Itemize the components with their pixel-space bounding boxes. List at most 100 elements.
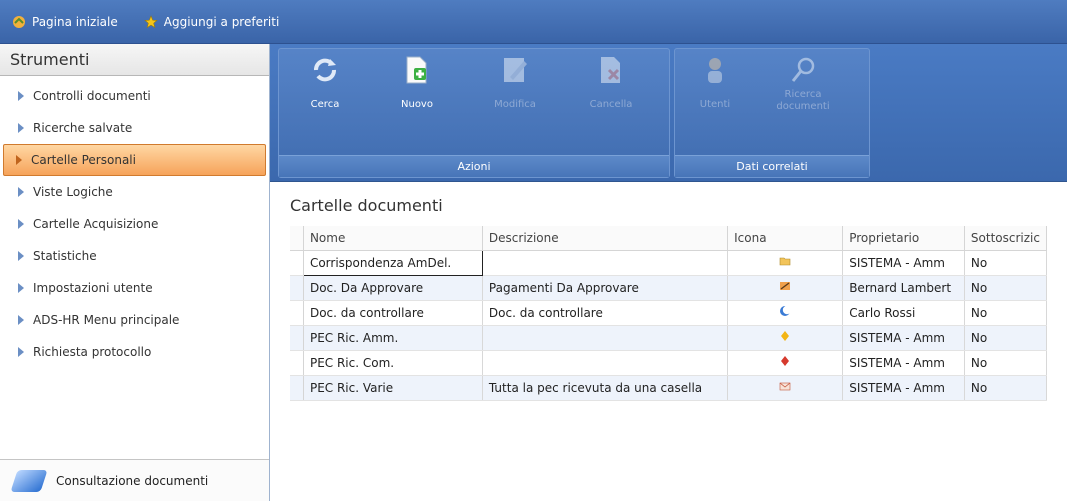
- sidebar-item-viste-logiche[interactable]: Viste Logiche: [6, 176, 263, 208]
- star-icon: [143, 14, 158, 28]
- sidebar-item-label: Viste Logiche: [33, 185, 113, 199]
- folders-table: Nome Descrizione Icona Proprietario Sott…: [290, 226, 1048, 401]
- utenti-label: Utenti: [699, 99, 731, 110]
- cell-sottoscrizione: No: [964, 300, 1048, 326]
- cell-nome[interactable]: PEC Ric. Amm.: [303, 325, 483, 351]
- red-diamond-icon: [781, 356, 790, 366]
- user-icon: [708, 58, 722, 83]
- sidebar-item-label: Controlli documenti: [33, 89, 151, 103]
- nuovo-label: Nuovo: [401, 99, 433, 110]
- expand-arrow-icon: [18, 123, 24, 133]
- sidebar-item-label: Statistiche: [33, 249, 97, 263]
- column-header-icona[interactable]: Icona: [727, 226, 844, 251]
- modifica-button[interactable]: Modifica: [483, 55, 547, 111]
- cerca-button[interactable]: Cerca: [293, 55, 357, 111]
- ribbon: Cerca Nuovo Modifica Cancella Azioni Ute…: [270, 44, 1067, 182]
- row-gutter: [290, 300, 304, 326]
- home-link[interactable]: Pagina iniziale: [12, 15, 118, 29]
- home-icon: [13, 15, 25, 28]
- column-header-proprietario[interactable]: Proprietario: [842, 226, 965, 251]
- new-document-icon: [406, 56, 427, 84]
- expand-arrow-icon: [18, 315, 24, 325]
- cell-sottoscrizione: No: [964, 275, 1048, 301]
- utenti-button[interactable]: Utenti: [683, 55, 747, 111]
- edit-icon: [504, 58, 527, 82]
- delete-document-icon: [601, 57, 620, 83]
- cell-descrizione: [482, 325, 729, 351]
- table-row[interactable]: PEC Ric. Amm. SISTEMA - Amm No: [290, 325, 1048, 351]
- cancella-button[interactable]: Cancella: [579, 55, 643, 111]
- cell-icona: [727, 350, 844, 376]
- consultazione-documenti-button[interactable]: Consultazione documenti: [0, 459, 269, 501]
- table-row[interactable]: Doc. da controllare Doc. da controllare …: [290, 300, 1048, 326]
- cell-descrizione: Pagamenti Da Approvare: [482, 275, 729, 301]
- sidebar-item-statistiche[interactable]: Statistiche: [6, 240, 263, 272]
- cell-nome[interactable]: PEC Ric. Com.: [303, 350, 483, 376]
- ribbon-group-azioni: Cerca Nuovo Modifica Cancella Azioni: [278, 48, 670, 178]
- ribbon-group-label-azioni: Azioni: [279, 155, 669, 177]
- row-gutter-header: [290, 226, 304, 251]
- sidebar-list: Controlli documenti Ricerche salvate Car…: [0, 76, 269, 368]
- table-row[interactable]: Doc. Da Approvare Pagamenti Da Approvare…: [290, 275, 1048, 301]
- refresh-icon: [314, 58, 336, 82]
- cell-descrizione: Doc. da controllare: [482, 300, 729, 326]
- favorites-label: Aggiungi a preferiti: [163, 14, 280, 29]
- column-header-descrizione[interactable]: Descrizione: [482, 226, 729, 251]
- row-gutter: [290, 250, 304, 276]
- table-row[interactable]: PEC Ric. Varie Tutta la pec ricevuta da …: [290, 375, 1048, 401]
- ricerca-label-1: Ricerca: [784, 89, 822, 100]
- sidebar-item-controlli-documenti[interactable]: Controlli documenti: [6, 80, 263, 112]
- consultazione-label: Consultazione documenti: [56, 473, 209, 488]
- page-title: Cartelle documenti: [290, 196, 443, 215]
- cell-nome[interactable]: Doc. Da Approvare: [303, 275, 483, 301]
- cell-nome[interactable]: Doc. da controllare: [303, 300, 483, 326]
- cell-nome[interactable]: Corrispondenza AmDel.: [302, 249, 483, 276]
- sidebar-item-label: Ricerche salvate: [33, 121, 133, 135]
- add-favorites-link[interactable]: Aggiungi a preferiti: [143, 14, 280, 29]
- sidebar-item-ads-hr-menu[interactable]: ADS-HR Menu principale: [6, 304, 263, 336]
- column-header-nome[interactable]: Nome: [303, 226, 483, 251]
- sidebar-item-label: Richiesta protocollo: [33, 345, 152, 359]
- column-header-sottoscrizione[interactable]: Sottoscrizic: [964, 226, 1048, 251]
- table-row[interactable]: PEC Ric. Com. SISTEMA - Amm No: [290, 350, 1048, 376]
- expand-arrow-icon: [18, 347, 24, 357]
- home-label: Pagina iniziale: [32, 14, 118, 29]
- cell-icona: [727, 325, 844, 351]
- cell-proprietario: SISTEMA - Amm: [842, 375, 965, 401]
- sidebar-item-label: ADS-HR Menu principale: [33, 313, 180, 327]
- ribbon-group-label-dati-correlati: Dati correlati: [675, 155, 869, 177]
- cell-sottoscrizione: No: [964, 350, 1048, 376]
- cell-descrizione: [482, 350, 729, 376]
- cell-proprietario: SISTEMA - Amm: [842, 350, 965, 376]
- sidebar-item-ricerche-salvate[interactable]: Ricerche salvate: [6, 112, 263, 144]
- cell-proprietario: Carlo Rossi: [842, 300, 965, 326]
- expand-arrow-icon: [18, 251, 24, 261]
- cell-descrizione: [482, 250, 729, 276]
- expand-arrow-icon: [18, 219, 24, 229]
- cell-icona: [727, 300, 844, 326]
- expand-arrow-icon: [16, 155, 22, 165]
- yellow-diamond-icon: [781, 331, 790, 341]
- cancella-label: Cancella: [589, 99, 633, 110]
- magnifier-icon: [791, 57, 815, 82]
- sidebar-item-cartelle-personali[interactable]: Cartelle Personali: [3, 144, 266, 176]
- cell-icona: [727, 375, 844, 401]
- sidebar-item-label: Cartelle Acquisizione: [33, 217, 159, 231]
- cell-nome[interactable]: PEC Ric. Varie: [303, 375, 483, 401]
- pencil-icon: [780, 282, 791, 290]
- sidebar-item-impostazioni-utente[interactable]: Impostazioni utente: [6, 272, 263, 304]
- sidebar-item-richiesta-protocollo[interactable]: Richiesta protocollo: [6, 336, 263, 368]
- sidebar: Strumenti Controlli documenti Ricerche s…: [0, 44, 270, 501]
- table-header-row: Nome Descrizione Icona Proprietario Sott…: [290, 226, 1048, 251]
- documents-icon: [10, 469, 48, 492]
- expand-arrow-icon: [18, 283, 24, 293]
- nuovo-button[interactable]: Nuovo: [385, 55, 449, 111]
- modifica-label: Modifica: [494, 99, 536, 110]
- moon-icon: [780, 305, 792, 316]
- sidebar-item-cartelle-acquisizione[interactable]: Cartelle Acquisizione: [6, 208, 263, 240]
- ricerca-documenti-button[interactable]: Ricerca documenti: [771, 55, 835, 113]
- sidebar-item-label: Cartelle Personali: [31, 153, 136, 167]
- cell-proprietario: SISTEMA - Amm: [842, 250, 965, 276]
- row-gutter: [290, 275, 304, 301]
- table-row[interactable]: Corrispondenza AmDel. SISTEMA - Amm No: [290, 249, 1048, 276]
